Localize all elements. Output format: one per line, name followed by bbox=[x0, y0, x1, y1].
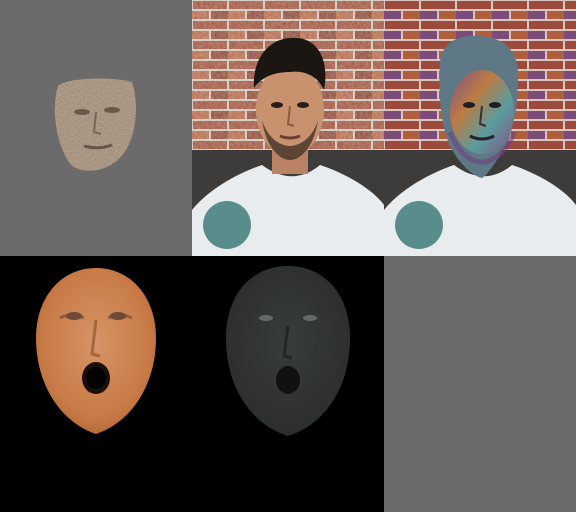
empty-gray-svg bbox=[384, 256, 576, 512]
right-eye bbox=[110, 312, 126, 320]
image-grid bbox=[0, 0, 576, 512]
empty-gray-panel bbox=[384, 256, 576, 512]
teal-blob bbox=[395, 201, 443, 249]
texture-face-svg bbox=[0, 0, 192, 256]
texture-face-panel bbox=[0, 0, 192, 256]
overlay-photo-svg bbox=[384, 0, 576, 256]
overlay-photo-panel bbox=[384, 0, 576, 256]
right-eye bbox=[303, 315, 317, 321]
open-mouth bbox=[276, 366, 300, 394]
left-eye bbox=[66, 312, 82, 320]
teal-blob bbox=[203, 201, 251, 249]
rendered-face-skin-panel bbox=[0, 256, 192, 512]
original-photo-svg bbox=[192, 0, 384, 256]
original-photo-panel bbox=[192, 0, 384, 256]
rendered-face-dark-svg bbox=[192, 256, 384, 512]
left-eye bbox=[259, 315, 273, 321]
rendered-face-dark-panel bbox=[192, 256, 384, 512]
rendered-face-skin-svg bbox=[0, 256, 192, 512]
